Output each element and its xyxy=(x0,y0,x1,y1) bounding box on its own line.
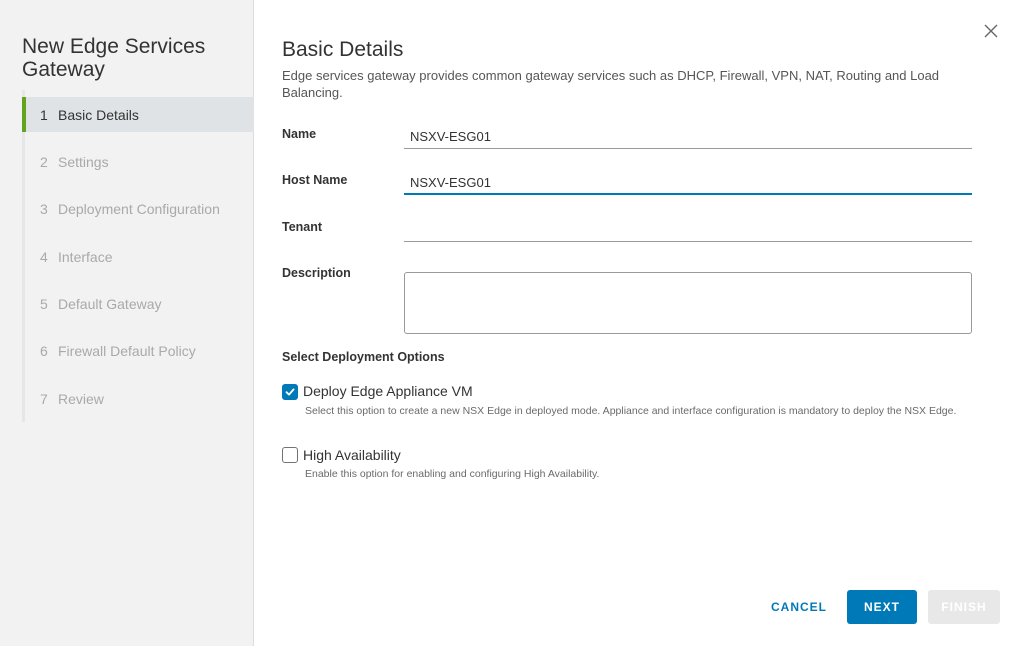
host-name-input[interactable] xyxy=(404,171,972,195)
description-textarea[interactable] xyxy=(404,272,972,334)
deploy-edge-help: Select this option to create a new NSX E… xyxy=(305,405,957,417)
deploy-edge-checkbox[interactable] xyxy=(282,384,298,400)
name-input[interactable] xyxy=(404,125,972,149)
step-label: Deployment Configuration xyxy=(58,201,220,218)
step-basic-details[interactable]: 1 Basic Details xyxy=(22,97,254,132)
step-settings[interactable]: 2 Settings xyxy=(22,144,254,179)
step-label: Interface xyxy=(58,248,113,265)
step-firewall-default-policy[interactable]: 6 Firewall Default Policy xyxy=(22,334,254,369)
step-number: 4 xyxy=(40,248,48,265)
high-availability-checkbox[interactable] xyxy=(282,447,298,463)
wizard-dialog: New Edge Services Gateway 1 Basic Detail… xyxy=(0,0,1024,646)
description-label: Description xyxy=(282,266,351,280)
intro-text: Edge services gateway provides common ga… xyxy=(282,68,940,100)
step-number: 2 xyxy=(40,153,48,170)
step-number: 3 xyxy=(40,201,48,218)
next-button[interactable]: NEXT xyxy=(847,590,917,624)
high-availability-help: Enable this option for enabling and conf… xyxy=(305,468,600,480)
wizard-sidebar: New Edge Services Gateway 1 Basic Detail… xyxy=(0,0,254,646)
tenant-input[interactable] xyxy=(404,218,972,242)
step-default-gateway[interactable]: 5 Default Gateway xyxy=(22,287,254,322)
checkmark-icon xyxy=(285,388,295,396)
step-number: 6 xyxy=(40,343,48,360)
finish-button: FINISH xyxy=(928,590,1000,624)
name-label: Name xyxy=(282,127,317,141)
step-number: 7 xyxy=(40,390,48,407)
step-label: Firewall Default Policy xyxy=(58,343,196,360)
step-label: Settings xyxy=(58,153,109,170)
wizard-steps: 1 Basic Details 2 Settings 3 Deployment … xyxy=(22,97,254,429)
deploy-edge-label[interactable]: Deploy Edge Appliance VM xyxy=(303,383,473,399)
step-number: 5 xyxy=(40,296,48,313)
step-deployment-configuration[interactable]: 3 Deployment Configuration xyxy=(22,192,254,227)
page-title: Basic Details xyxy=(282,38,404,62)
host-name-label: Host Name xyxy=(282,173,348,187)
step-label: Review xyxy=(58,390,104,407)
step-interface[interactable]: 4 Interface xyxy=(22,239,254,274)
step-label: Default Gateway xyxy=(58,296,162,313)
step-review[interactable]: 7 Review xyxy=(22,381,254,416)
close-icon xyxy=(984,24,998,38)
cancel-button[interactable]: CANCEL xyxy=(759,590,839,624)
high-availability-label[interactable]: High Availability xyxy=(303,447,401,463)
step-number: 1 xyxy=(40,106,48,123)
deployment-options-title: Select Deployment Options xyxy=(282,350,445,364)
tenant-label: Tenant xyxy=(282,220,323,234)
wizard-title: New Edge Services Gateway xyxy=(22,35,206,82)
close-button[interactable] xyxy=(980,20,1002,42)
wizard-content: Basic Details Edge services gateway prov… xyxy=(254,0,1024,646)
step-label: Basic Details xyxy=(58,106,139,123)
